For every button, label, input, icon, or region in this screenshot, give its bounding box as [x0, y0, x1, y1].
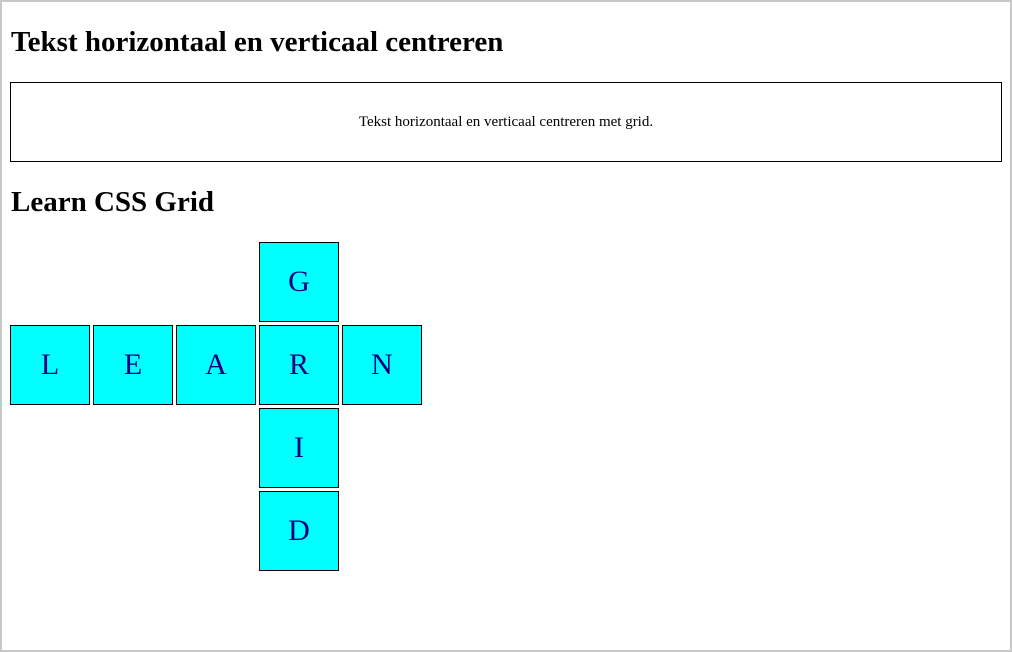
grid-cell-g: G [259, 242, 339, 322]
grid-cell-l: L [10, 325, 90, 405]
grid-cell-r: R [259, 325, 339, 405]
grid-cell-a: A [176, 325, 256, 405]
grid-cell-n: N [342, 325, 422, 405]
page-title: Tekst horizontaal en verticaal centreren [11, 26, 504, 58]
browser-viewport: Tekst horizontaal en verticaal centreren… [0, 0, 1012, 652]
section-title: Learn CSS Grid [11, 186, 215, 218]
grid-cell-i: I [259, 408, 339, 488]
grid-cell-e: E [93, 325, 173, 405]
letter-grid: G L E A R N I D [10, 242, 422, 571]
grid-cell-d: D [259, 491, 339, 571]
center-demo-box: Tekst horizontaal en verticaal centreren… [10, 82, 1002, 162]
center-demo-text: Tekst horizontaal en verticaal centreren… [358, 113, 654, 130]
